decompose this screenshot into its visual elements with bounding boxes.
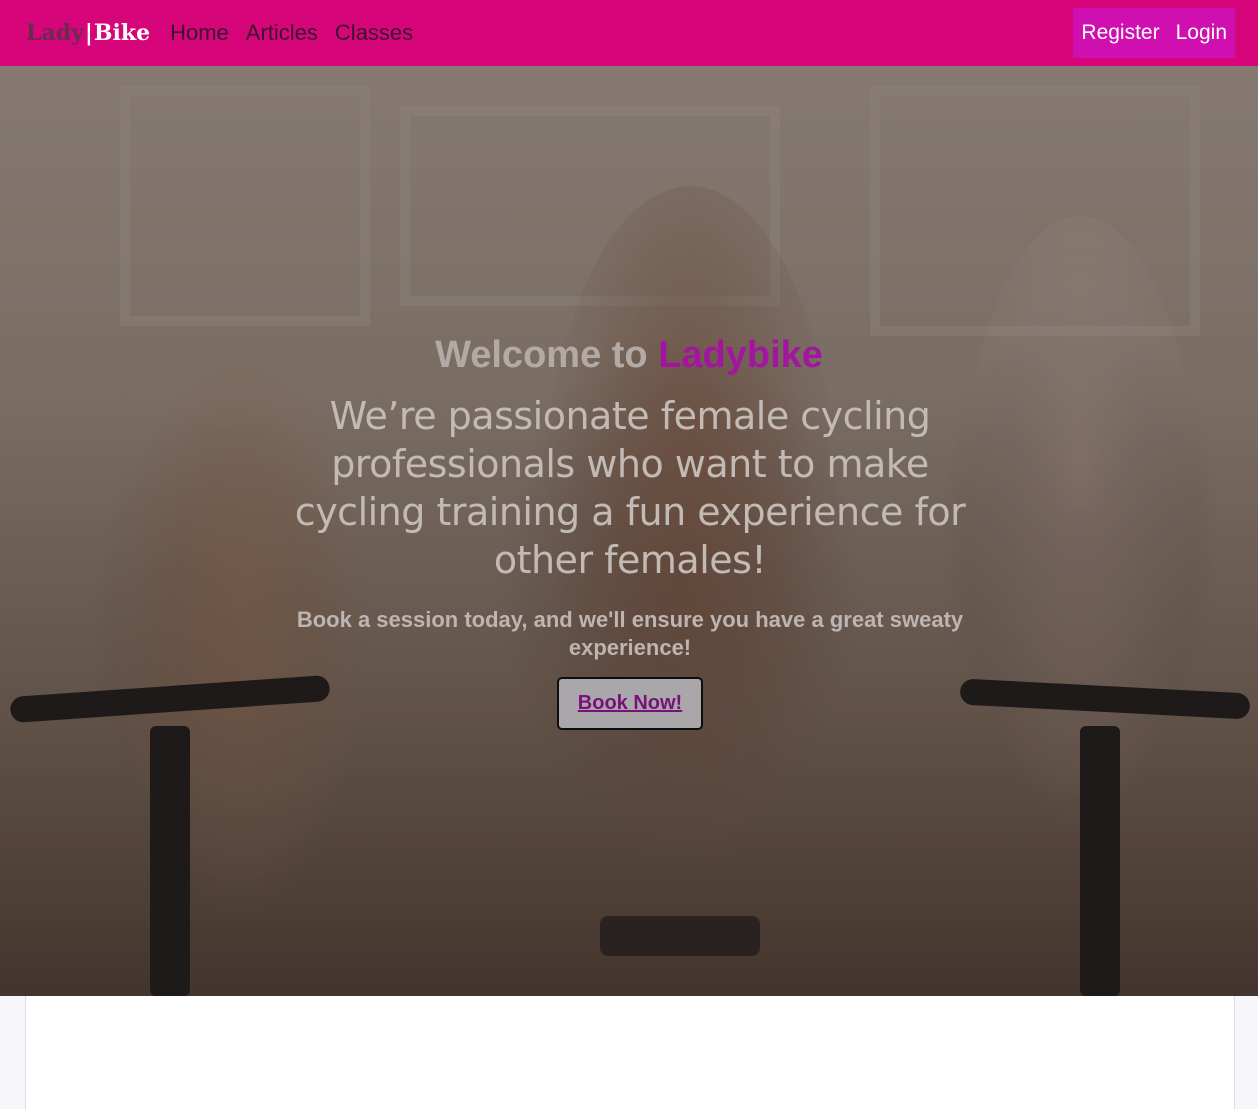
hero-subtitle: We’re passionate female cycling professi…: [294, 394, 966, 582]
content-card: [25, 996, 1235, 1109]
auth-links: Register Login: [1073, 8, 1235, 58]
register-link[interactable]: Register: [1081, 21, 1159, 45]
nav-articles-link[interactable]: Articles: [246, 16, 318, 50]
brand-separator: |: [84, 20, 93, 46]
nav-classes-link[interactable]: Classes: [335, 16, 413, 50]
top-navbar: Lady | Bike Home Articles Classes Register…: [0, 0, 1258, 66]
brand-logo[interactable]: Lady | Bike: [26, 20, 150, 46]
hero-section: Welcome to Ladybike We’re passionate fem…: [0, 66, 1258, 996]
brand-bike: Bike: [93, 20, 151, 46]
hero-book-text: Book a session today, and we'll ensure y…: [296, 607, 964, 660]
login-link[interactable]: Login: [1176, 21, 1227, 45]
book-now-button[interactable]: Book Now!: [557, 677, 703, 730]
hero-title-prefix: Welcome to: [435, 334, 659, 376]
brand-lady: Lady: [26, 20, 84, 46]
hero-title-accent: Ladybike: [658, 334, 823, 376]
nav-home-link[interactable]: Home: [170, 16, 229, 50]
hero-title: Welcome to Ladybike: [0, 334, 1258, 377]
nav-links: Home Articles Classes: [170, 16, 413, 50]
